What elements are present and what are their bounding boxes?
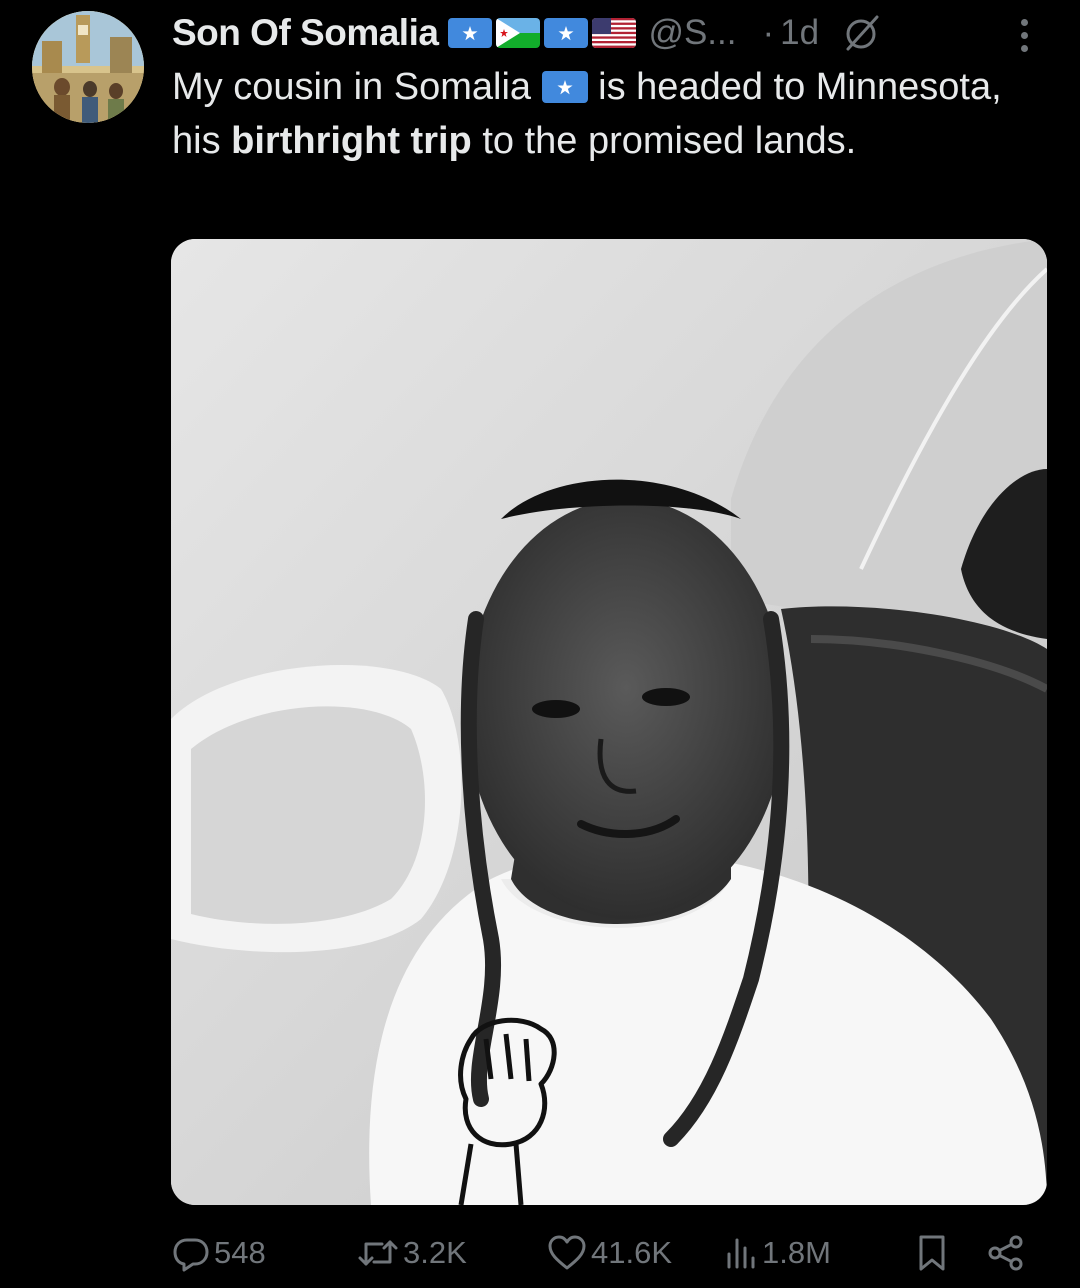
photo bbox=[171, 239, 1047, 1205]
somalia-flag-icon bbox=[541, 71, 588, 103]
flag-badges bbox=[448, 18, 637, 48]
repost-icon bbox=[358, 1240, 398, 1266]
bookmark-icon bbox=[919, 1235, 945, 1271]
views-button[interactable]: 1.8M bbox=[724, 1228, 831, 1278]
avatar-image bbox=[32, 11, 144, 123]
tweet-media-image[interactable] bbox=[171, 239, 1047, 1205]
share-button[interactable] bbox=[986, 1228, 1026, 1278]
tweet-text-part: to the promised lands. bbox=[482, 120, 857, 162]
reply-icon bbox=[173, 1238, 209, 1272]
djibouti-flag-icon bbox=[496, 18, 541, 48]
reply-count: 548 bbox=[214, 1235, 266, 1270]
views-count: 1.8M bbox=[762, 1235, 831, 1270]
heart-icon bbox=[548, 1235, 586, 1270]
tweet-text-part: My cousin in Somalia bbox=[172, 66, 532, 108]
tweet-text-bold: birthright trip bbox=[231, 120, 472, 162]
like-button[interactable]: 41.6K bbox=[547, 1228, 672, 1278]
tweet-text: My cousin in Somalia is headed to Minnes… bbox=[172, 60, 1052, 168]
reply-button[interactable]: 548 bbox=[172, 1228, 266, 1278]
action-bar: 548 3.2K 41.6K 1.8M bbox=[172, 1228, 1032, 1278]
bookmark-button[interactable] bbox=[916, 1228, 948, 1278]
tweet-header: Son Of Somalia @S... · 1d bbox=[172, 8, 883, 58]
more-icon[interactable] bbox=[1010, 14, 1038, 56]
repost-button[interactable]: 3.2K bbox=[357, 1228, 467, 1278]
timestamp[interactable]: 1d bbox=[780, 13, 819, 53]
handle[interactable]: @S... bbox=[648, 13, 736, 53]
somalia-flag-icon bbox=[448, 18, 493, 48]
repost-count: 3.2K bbox=[403, 1235, 467, 1270]
grok-icon[interactable] bbox=[841, 12, 883, 54]
separator-dot: · bbox=[762, 13, 775, 52]
usa-flag-icon bbox=[592, 18, 637, 48]
somalia-flag-icon bbox=[544, 18, 589, 48]
display-name[interactable]: Son Of Somalia bbox=[172, 12, 439, 54]
views-icon bbox=[727, 1238, 755, 1269]
share-icon bbox=[988, 1235, 1023, 1271]
avatar[interactable] bbox=[32, 11, 144, 123]
like-count: 41.6K bbox=[591, 1235, 673, 1270]
